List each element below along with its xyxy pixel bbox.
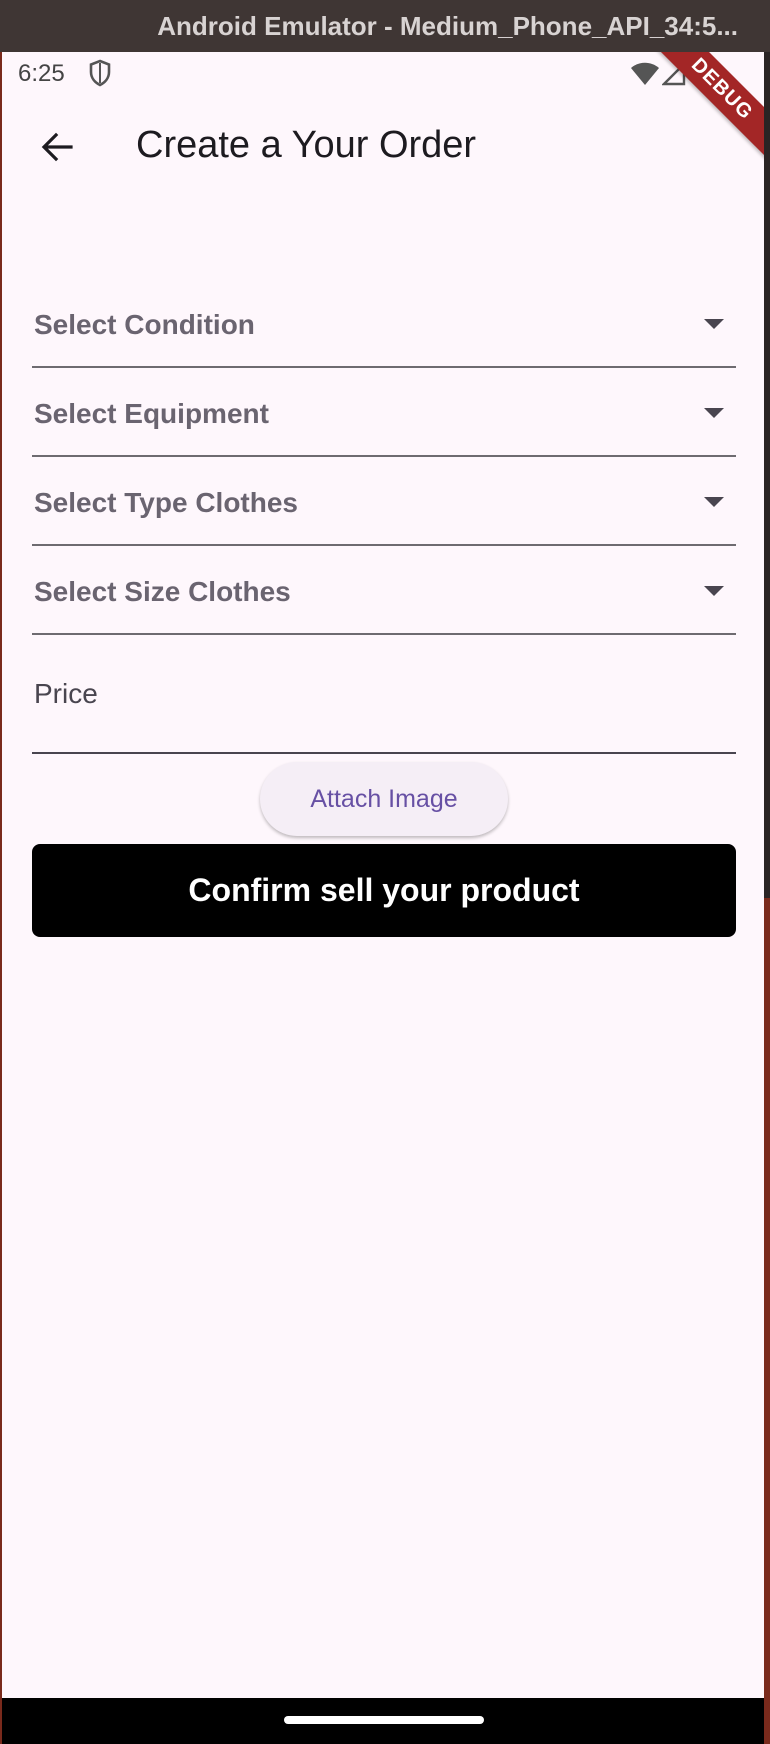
emulator-window-title: Android Emulator - Medium_Phone_API_34:5… <box>0 0 770 52</box>
caret-down-icon <box>704 408 724 418</box>
app-bar: Create a Your Order <box>2 94 764 204</box>
size-clothes-dropdown[interactable]: Select Size Clothes <box>32 546 736 635</box>
type-clothes-dropdown[interactable]: Select Type Clothes <box>32 457 736 546</box>
dropdown-label: Select Condition <box>34 309 255 340</box>
caret-down-icon <box>704 586 724 596</box>
home-gesture-handle[interactable] <box>284 1716 484 1724</box>
price-input[interactable]: Price <box>32 636 736 754</box>
price-label: Price <box>34 678 98 709</box>
back-button[interactable] <box>26 116 88 178</box>
attach-image-button[interactable]: Attach Image <box>260 762 508 836</box>
equipment-dropdown[interactable]: Select Equipment <box>32 368 736 457</box>
dropdown-label: Select Equipment <box>34 398 269 429</box>
dropdown-label: Select Size Clothes <box>34 576 291 607</box>
status-bar: 6:25 <box>2 52 764 94</box>
wifi-icon <box>631 62 659 85</box>
navigation-bar <box>2 1698 764 1744</box>
phone-screen: 6:25 DEBUG Create a Your Order Select Co… <box>2 52 764 1744</box>
caret-down-icon <box>704 497 724 507</box>
condition-dropdown[interactable]: Select Condition <box>32 279 736 368</box>
shield-icon <box>89 59 111 87</box>
caret-down-icon <box>704 319 724 329</box>
dropdown-label: Select Type Clothes <box>34 487 299 518</box>
status-time: 6:25 <box>18 60 65 87</box>
page-title: Create a Your Order <box>136 124 477 166</box>
arrow-back-icon <box>41 132 73 162</box>
confirm-sell-button[interactable]: Confirm sell your product <box>32 844 736 937</box>
